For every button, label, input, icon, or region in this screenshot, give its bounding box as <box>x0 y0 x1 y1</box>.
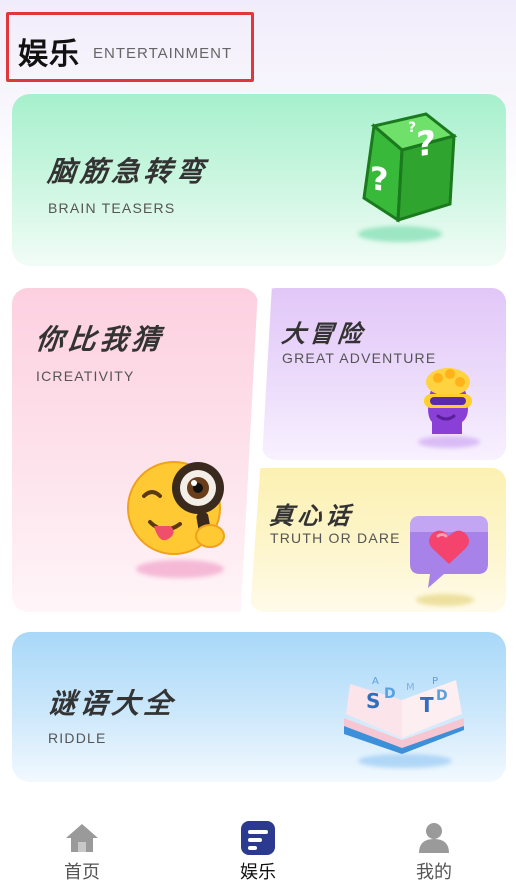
card-brain-teasers[interactable]: 脑筋急转弯 BRAIN TEASERS ? ? ? <box>12 94 506 266</box>
page-header: 娱乐 ENTERTAINMENT <box>6 12 254 82</box>
tab-label: 娱乐 <box>240 862 276 883</box>
profile-icon <box>419 823 449 853</box>
card-title: 你比我猜 <box>34 323 166 356</box>
card-title: 谜语大全 <box>46 687 178 720</box>
svg-text:P: P <box>432 676 438 687</box>
shadow <box>358 226 442 242</box>
svg-text:?: ? <box>408 120 416 136</box>
shadow <box>416 594 474 606</box>
open-book-icon: S D T D A P M <box>344 676 464 754</box>
card-great-adventure[interactable]: 大冒险 GREAT ADVENTURE <box>262 288 506 460</box>
svg-text:D: D <box>436 688 448 704</box>
card-truth[interactable]: 真心话 TRUTH OR DARE <box>250 468 506 612</box>
card-title: 脑筋急转弯 <box>46 155 210 188</box>
card-title: 真心话 <box>268 502 356 530</box>
card-subtitle: BRAIN TEASERS <box>48 200 176 216</box>
bottom-tab-bar: 首页 娱乐 我的 <box>0 800 516 888</box>
shadow <box>136 560 224 578</box>
page-subtitle: ENTERTAINMENT <box>93 45 233 62</box>
brain-head-icon <box>424 368 472 434</box>
tab-home[interactable]: 首页 <box>22 800 142 888</box>
svg-text:?: ? <box>370 159 389 199</box>
tab-label: 首页 <box>64 862 100 883</box>
emoji-magnifier-icon <box>127 461 225 555</box>
tab-entertainment[interactable]: 娱乐 <box>198 800 318 888</box>
card-riddle[interactable]: 谜语大全 RIDDLE S D T D A P M <box>12 632 506 782</box>
card-title: 大冒险 <box>280 320 368 348</box>
page-title: 娱乐 <box>18 37 80 72</box>
card-subtitle: RIDDLE <box>48 730 107 746</box>
svg-text:D: D <box>384 686 396 702</box>
home-icon <box>66 824 98 852</box>
tab-profile[interactable]: 我的 <box>374 800 494 888</box>
question-cube-icon: ? ? ? <box>362 112 458 223</box>
svg-text:A: A <box>372 676 379 687</box>
tab-label: 我的 <box>416 862 452 883</box>
card-subtitle: ICREATIVITY <box>36 368 135 384</box>
entertainment-icon <box>241 821 275 855</box>
svg-text:?: ? <box>416 123 436 166</box>
svg-text:T: T <box>420 693 434 717</box>
svg-text:S: S <box>366 689 380 713</box>
svg-text:M: M <box>406 682 415 693</box>
card-subtitle: TRUTH OR DARE <box>270 530 401 546</box>
card-guess[interactable]: 你比我猜 ICREATIVITY <box>12 288 258 612</box>
heart-bubble-icon <box>410 516 488 588</box>
